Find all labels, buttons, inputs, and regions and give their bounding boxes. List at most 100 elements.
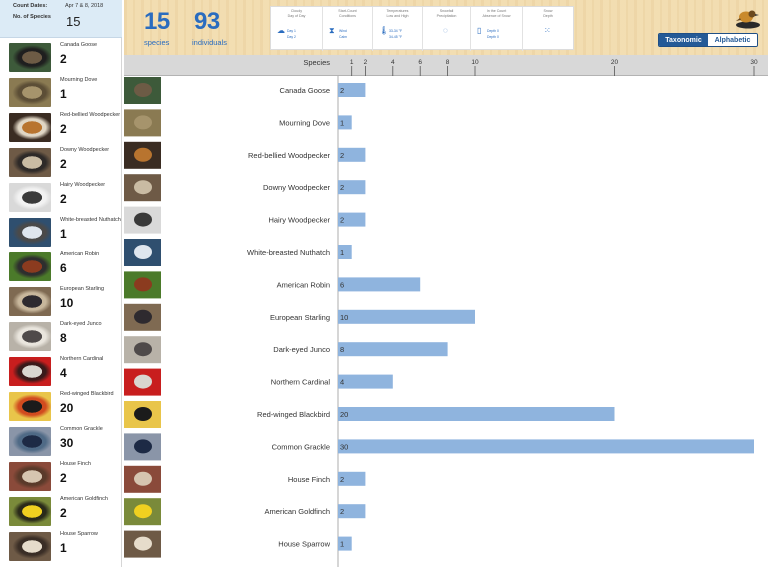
x-tick-label: 4 bbox=[391, 59, 395, 66]
species-count: 2 bbox=[60, 156, 67, 171]
species-count: 6 bbox=[60, 261, 67, 276]
bar[interactable] bbox=[338, 439, 754, 454]
bar-value-label: 30 bbox=[340, 442, 348, 451]
bar-category-label: American Goldfinch bbox=[265, 507, 330, 516]
x-tick-label: 20 bbox=[611, 59, 619, 66]
condition-title: Snowfall Precipitation bbox=[436, 9, 457, 18]
chart-species-photo-bird bbox=[134, 147, 152, 162]
x-tick-label: 30 bbox=[750, 59, 758, 66]
bar-value-label: 2 bbox=[340, 151, 344, 160]
bar-value-label: 2 bbox=[340, 216, 344, 225]
x-tick-label: 8 bbox=[446, 59, 450, 66]
x-tick-label: 10 bbox=[471, 59, 479, 66]
species-name: House Sparrow bbox=[60, 530, 98, 537]
condition-title: Temperatures Low and High bbox=[386, 9, 409, 18]
species-name: Downy Woodpecker bbox=[60, 146, 110, 153]
species-list-item[interactable]: American Goldfinch 2 bbox=[0, 495, 122, 528]
summary-header: 15 species 93 individuals Cloudy Day of … bbox=[124, 0, 768, 55]
bar[interactable] bbox=[338, 374, 393, 389]
species-list-item[interactable]: Hairy Woodpecker 2 bbox=[0, 181, 122, 214]
condition-title: Start-Count Conditions bbox=[338, 9, 357, 18]
x-tick-label: 1 bbox=[350, 59, 354, 66]
condition-cell: Temperatures Low and High 🌡 33-34 °F 34-45 … bbox=[373, 7, 423, 51]
species-list-item[interactable]: Mourning Dove 1 bbox=[0, 76, 122, 109]
sort-toggle[interactable]: Taxonomic Alphabetic bbox=[658, 33, 758, 47]
species-list-item[interactable]: American Robin 6 bbox=[0, 250, 122, 283]
bar[interactable] bbox=[338, 277, 421, 292]
species-list-item[interactable]: Common Grackle 30 bbox=[0, 425, 122, 458]
bar[interactable] bbox=[338, 309, 475, 324]
species-photo bbox=[9, 147, 51, 177]
bar-category-label: Red-bellied Woodpecker bbox=[248, 151, 330, 160]
species-list-item[interactable]: Dark-eyed Junco 8 bbox=[0, 320, 122, 353]
condition-value: 34-45 °F bbox=[389, 35, 403, 39]
bar-category-label: European Starling bbox=[270, 313, 330, 322]
sort-alphabetic-button[interactable]: Alphabetic bbox=[708, 34, 757, 46]
species-count: 4 bbox=[60, 366, 67, 381]
bar-value-label: 10 bbox=[340, 313, 348, 322]
bar[interactable] bbox=[338, 342, 448, 357]
app-window: Count Dates: Apr 7 & 8, 2018 No. of Spec… bbox=[0, 0, 768, 567]
chart-species-photo-bird bbox=[134, 83, 152, 97]
bar-category-label: Dark-eyed Junco bbox=[273, 345, 330, 354]
species-count-value: 15 bbox=[66, 14, 81, 29]
condition-cell: Cloudy Day of Day ☁ Day 1 Day 2 bbox=[271, 7, 323, 51]
chart-species-photo-bird bbox=[134, 504, 152, 519]
bar-value-label: 2 bbox=[340, 86, 344, 95]
condition-title: In the Count Absence of Snow bbox=[482, 9, 511, 18]
chart-species-photo-bird bbox=[134, 342, 152, 357]
species-photo bbox=[9, 217, 51, 247]
species-bar-chart: Species 1 2 4 6 8 10 20 30 Canada Goose 2 Mournin… bbox=[124, 55, 768, 567]
bar-category-label: Red-winged Blackbird bbox=[257, 410, 330, 419]
species-list-item[interactable]: Red-winged Blackbird 20 bbox=[0, 390, 122, 423]
thermometer-icon: 🌡 bbox=[379, 26, 390, 35]
condition-cell: In the Count Absence of Snow ▯ Depth 0 Dept… bbox=[471, 7, 523, 51]
condition-title: Snow Depth bbox=[543, 9, 553, 18]
species-list-item[interactable]: Northern Cardinal 4 bbox=[0, 355, 122, 388]
count-summary-panel: Count Dates: Apr 7 & 8, 2018 No. of Spec… bbox=[0, 0, 122, 38]
bar-value-label: 4 bbox=[340, 378, 344, 387]
species-photo bbox=[9, 43, 51, 72]
bar-category-label: Mourning Dove bbox=[279, 118, 330, 127]
species-name: Dark-eyed Junco bbox=[60, 321, 102, 328]
chart-species-photo-bird bbox=[134, 245, 152, 259]
species-list-item[interactable]: House Sparrow 1 bbox=[0, 530, 122, 563]
bar-category-label: Downy Woodpecker bbox=[263, 183, 330, 192]
species-list-item[interactable]: Red-bellied Woodpecker 2 bbox=[0, 111, 122, 144]
species-list-item[interactable]: White-breasted Nuthatch 1 bbox=[0, 216, 122, 249]
bar-category-label: White-breasted Nuthatch bbox=[247, 248, 330, 257]
bar-category-label: Hairy Woodpecker bbox=[268, 216, 330, 225]
species-photo bbox=[9, 77, 51, 107]
chart-species-photo-bird bbox=[134, 471, 152, 486]
species-list-item[interactable]: European Starling 10 bbox=[0, 285, 122, 318]
species-photo bbox=[9, 252, 51, 282]
chart-species-photo-bird bbox=[134, 439, 152, 454]
species-list-item[interactable]: House Finch 2 bbox=[0, 460, 122, 493]
species-name: American Goldfinch bbox=[60, 495, 108, 502]
sort-taxonomic-button[interactable]: Taxonomic bbox=[659, 34, 708, 46]
chart-species-photo-bird bbox=[134, 536, 152, 551]
species-list-item[interactable]: Canada Goose 2 bbox=[0, 41, 122, 74]
species-count-label: No. of Species bbox=[13, 14, 51, 20]
species-photo bbox=[9, 322, 51, 352]
species-photo bbox=[9, 287, 51, 317]
condition-value: Day 1 bbox=[287, 29, 296, 33]
plot-area: Canada Goose 2 Mourning Dove 1 Red-bellied W… bbox=[124, 76, 754, 567]
chart-species-photo-bird bbox=[134, 374, 152, 389]
bar[interactable] bbox=[338, 407, 615, 421]
snow-depth-icon: ▯ bbox=[477, 26, 482, 35]
species-count: 2 bbox=[60, 505, 67, 520]
bird-logo-icon bbox=[736, 10, 760, 29]
species-list-item[interactable]: Downy Woodpecker 2 bbox=[0, 146, 122, 179]
species-name: Hairy Woodpecker bbox=[60, 181, 106, 188]
species-count: 2 bbox=[60, 191, 67, 206]
species-total: 15 bbox=[144, 8, 170, 35]
condition-value: Depth 0 bbox=[487, 35, 499, 39]
species-name: Northern Cardinal bbox=[60, 356, 104, 363]
species-photo bbox=[9, 426, 51, 456]
species-count: 10 bbox=[60, 296, 74, 311]
species-name: Red-winged Blackbird bbox=[60, 391, 114, 397]
bar-value-label: 6 bbox=[340, 280, 344, 289]
species-sidebar: Count Dates: Apr 7 & 8, 2018 No. of Spec… bbox=[0, 0, 122, 567]
species-photo bbox=[9, 392, 51, 421]
